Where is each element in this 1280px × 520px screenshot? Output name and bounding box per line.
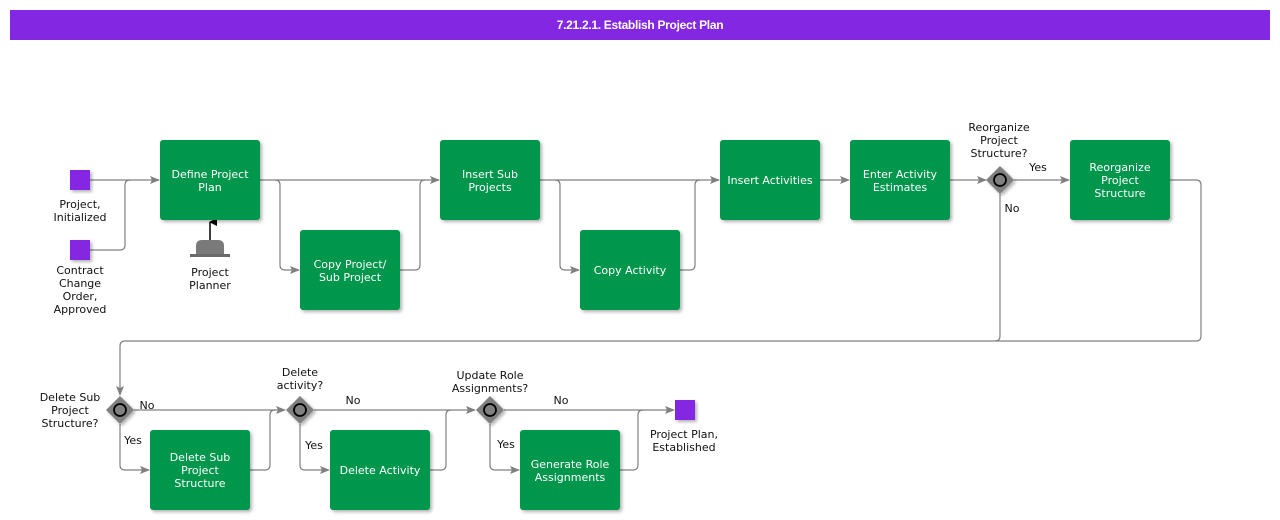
flow-gw-reorganize-no bbox=[994, 194, 1001, 342]
svg-text:Insert SubProjects: Insert Sub Projects bbox=[462, 168, 518, 194]
task-label: Sub Project bbox=[319, 271, 382, 284]
event-label: Order, bbox=[63, 290, 98, 303]
task-delete-activity[interactable]: Delete Activity bbox=[330, 430, 430, 510]
svg-text:Generate RoleAssignments: Generate Role Assignments bbox=[531, 458, 610, 484]
gateway-diamond-icon bbox=[106, 396, 134, 424]
task-label: Projects bbox=[468, 181, 512, 194]
task-label: Delete Sub bbox=[170, 451, 231, 464]
task-label: Plan bbox=[198, 181, 221, 194]
task-label: Reorganize bbox=[1089, 161, 1151, 174]
gateway-diamond-icon bbox=[476, 396, 504, 424]
gateway-yes-label: Yes bbox=[304, 439, 323, 452]
svg-text:Project Plan,Established: Project Plan, Established bbox=[650, 428, 718, 454]
task-enter-activity-estimates[interactable]: Enter Activity Estimates bbox=[850, 140, 950, 220]
task-label: Enter Activity bbox=[863, 168, 938, 181]
role-label: Project bbox=[191, 266, 229, 279]
task-insert-sub-projects[interactable]: Insert Sub Projects bbox=[440, 140, 540, 220]
svg-text:Delete Activity: Delete Activity bbox=[340, 464, 421, 477]
svg-text:Copy Activity: Copy Activity bbox=[594, 264, 667, 277]
gateway-label: Project bbox=[51, 404, 89, 417]
task-label: Copy Activity bbox=[594, 264, 667, 277]
gateway-no-label: No bbox=[554, 394, 569, 407]
task-label: Define Project bbox=[171, 168, 249, 181]
gateway-label: Delete Sub bbox=[40, 391, 101, 404]
event-label: Contract bbox=[56, 264, 104, 277]
flow-define-to-copy-project bbox=[274, 179, 300, 274]
svg-text:Delete SubProjectStructure?: Delete Sub Project Structure? bbox=[40, 391, 101, 430]
gateway-yes-label: Yes bbox=[1028, 161, 1047, 174]
event-project-initialized[interactable]: Project, Initialized bbox=[53, 170, 107, 224]
event-project-plan-established[interactable]: Project Plan, Established bbox=[650, 400, 718, 454]
svg-text:ProjectPlanner: Project Planner bbox=[189, 266, 231, 292]
svg-text:Insert Activities: Insert Activities bbox=[727, 174, 812, 187]
flow-copy-activity-to-insert-activities bbox=[680, 179, 701, 271]
flow-copy-project-to-insert-sub bbox=[400, 179, 426, 271]
role-label: Planner bbox=[189, 279, 231, 292]
gateway-reorganize-project-structure[interactable]: Reorganize Project Structure? Yes No bbox=[968, 121, 1047, 215]
gateway-label: Delete bbox=[282, 366, 318, 379]
event-label: Change bbox=[59, 277, 101, 290]
task-copy-activity[interactable]: Copy Activity bbox=[580, 230, 680, 310]
svg-text:Copy Project/Sub Project: Copy Project/Sub Project bbox=[314, 258, 387, 284]
task-label: Project bbox=[181, 464, 219, 477]
task-insert-activities[interactable]: Insert Activities bbox=[720, 140, 820, 220]
gateway-label: activity? bbox=[277, 379, 324, 392]
start-event-icon bbox=[70, 240, 90, 260]
flow-insert-sub-to-copy-activity bbox=[554, 179, 580, 274]
hat-icon bbox=[190, 240, 230, 257]
task-label: Structure bbox=[174, 477, 225, 490]
gateway-label: Project bbox=[980, 134, 1018, 147]
gateway-yes-label: Yes bbox=[496, 438, 515, 451]
task-reorganize-project-structure[interactable]: Reorganize Project Structure bbox=[1070, 140, 1170, 220]
task-label: Insert Activities bbox=[727, 174, 812, 187]
gateway-no-label: No bbox=[346, 394, 361, 407]
svg-text:ContractChangeOrder,Approved: Contract Change Order, Approved bbox=[54, 264, 107, 316]
svg-text:Update RoleAssignments?: Update Role Assignments? bbox=[452, 369, 528, 395]
end-event-icon bbox=[675, 400, 695, 420]
task-copy-project[interactable]: Copy Project/Sub Project bbox=[300, 230, 400, 310]
task-label: Delete Activity bbox=[340, 464, 421, 477]
gateway-yes-label: Yes bbox=[123, 434, 142, 447]
flow-generate-roles-to-end bbox=[620, 409, 644, 471]
event-label: Project, bbox=[59, 198, 100, 211]
task-generate-role-assignments[interactable]: Generate Role Assignments bbox=[520, 430, 620, 510]
svg-text:Project,Initialized: Project, Initialized bbox=[53, 198, 106, 224]
gateway-diamond-icon bbox=[286, 396, 314, 424]
flow-gw-delete-sub-yes bbox=[119, 424, 150, 474]
gateway-delete-sub-project-structure[interactable]: Delete Sub Project Structure? No Yes bbox=[40, 391, 155, 447]
task-define-project-plan[interactable]: Define Project Plan bbox=[160, 140, 260, 220]
task-delete-sub-project-structure[interactable]: Delete Sub Project Structure bbox=[150, 430, 250, 510]
event-contract-change-order[interactable]: Contract Change Order, Approved bbox=[54, 240, 107, 316]
svg-text:Enter ActivityEstimates: Enter Activity Estimates bbox=[863, 168, 938, 194]
sequence-flows bbox=[90, 176, 1202, 474]
start-event-icon bbox=[70, 170, 90, 190]
gateway-label: Assignments? bbox=[452, 382, 528, 395]
gateway-no-label: No bbox=[1005, 202, 1020, 215]
task-label: Copy Project/ bbox=[314, 258, 387, 271]
gateway-label: Reorganize bbox=[968, 121, 1030, 134]
svg-text:ReorganizeProjectStructure?: Reorganize Project Structure? bbox=[968, 121, 1030, 160]
event-label: Established bbox=[652, 441, 715, 454]
gateway-label: Structure? bbox=[970, 147, 1027, 160]
task-label: Assignments bbox=[535, 471, 606, 484]
event-label: Approved bbox=[54, 303, 107, 316]
event-label: Initialized bbox=[53, 211, 106, 224]
event-label: Project Plan, bbox=[650, 428, 718, 441]
task-label: Estimates bbox=[873, 181, 928, 194]
task-label: Structure bbox=[1094, 187, 1145, 200]
gateway-diamond-icon bbox=[986, 166, 1014, 194]
gateway-label: Structure? bbox=[41, 417, 98, 430]
flow-delete-sub-to-gw-delete-activity bbox=[250, 409, 276, 471]
svg-text:Deleteactivity?: Delete activity? bbox=[277, 366, 324, 392]
process-diagram: Project, Initialized Contract Change Order,… bbox=[40, 121, 1202, 510]
flow-delete-activity-to-gw-update-roles bbox=[430, 409, 452, 471]
task-label: Generate Role bbox=[531, 458, 610, 471]
role-project-planner[interactable]: Project Planner bbox=[189, 240, 231, 292]
task-label: Insert Sub bbox=[462, 168, 518, 181]
task-label: Project bbox=[1101, 174, 1139, 187]
gateway-no-label: No bbox=[140, 399, 155, 412]
gateway-label: Update Role bbox=[456, 369, 523, 382]
